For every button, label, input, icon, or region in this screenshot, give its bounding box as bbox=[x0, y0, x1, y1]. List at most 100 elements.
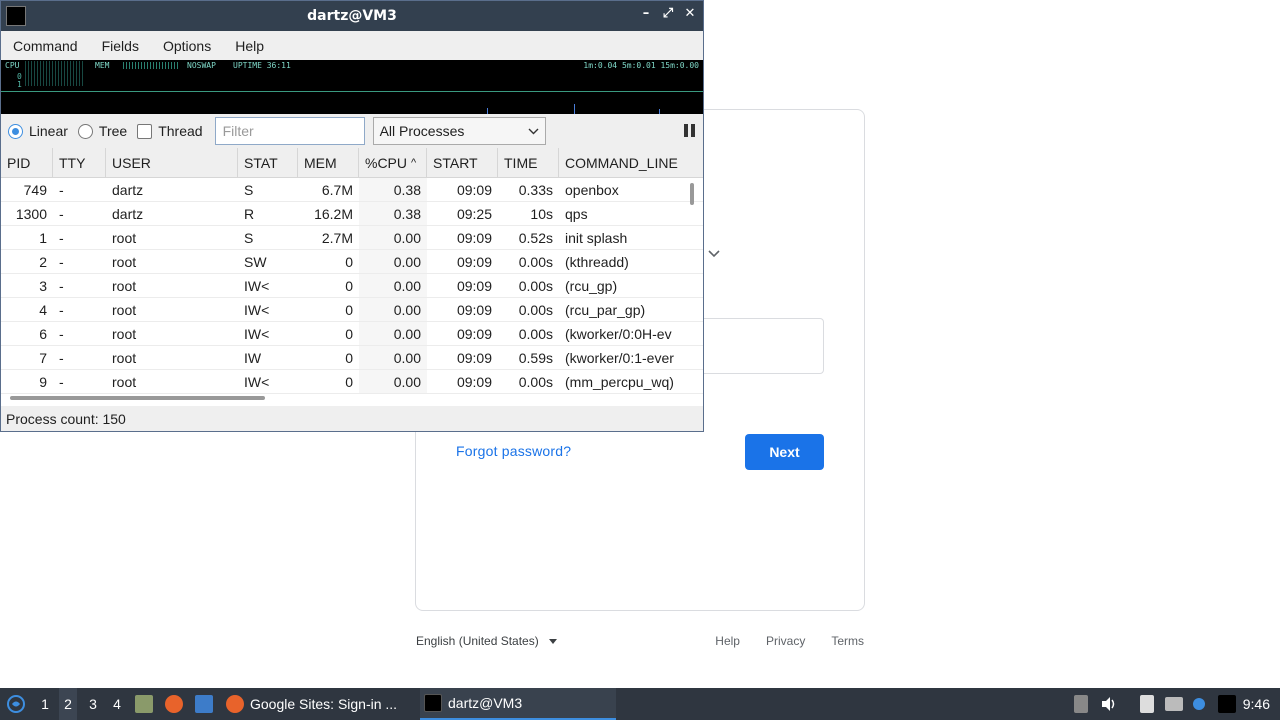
menu-help[interactable]: Help bbox=[235, 38, 264, 54]
col-stat[interactable]: STAT bbox=[238, 148, 298, 177]
table-row[interactable]: 3- root IW< 0 0.00 09:09 0.00s (rcu_gp) bbox=[1, 274, 703, 298]
thread-checkbox[interactable] bbox=[137, 123, 153, 139]
table-row[interactable]: 2- root SW 0 0.00 09:09 0.00s (kthreadd) bbox=[1, 250, 703, 274]
network-icon[interactable] bbox=[1163, 688, 1185, 720]
view-tree-option[interactable]: Tree bbox=[77, 123, 128, 139]
menu-options[interactable]: Options bbox=[163, 38, 211, 54]
cell-user: root bbox=[112, 349, 137, 366]
clock[interactable]: 9:46 bbox=[1243, 688, 1270, 720]
terminal-tray-icon[interactable] bbox=[1216, 688, 1238, 720]
table-row[interactable]: 9- root IW< 0 0.00 09:09 0.00s (mm_percpu_wq) bbox=[1, 370, 703, 394]
col-cpu[interactable]: %CPU ^ bbox=[359, 148, 427, 177]
cell-user: dartz bbox=[112, 181, 144, 198]
pause-icon[interactable] bbox=[684, 124, 695, 137]
desktop-3[interactable]: 3 bbox=[84, 688, 102, 720]
cell-mem: 0 bbox=[345, 253, 353, 270]
cell-cmd: init splash bbox=[565, 229, 628, 246]
cell-tty: - bbox=[59, 349, 64, 366]
desktop-1[interactable]: 1 bbox=[36, 688, 54, 720]
cell-pid: 3 bbox=[39, 277, 47, 294]
process-select-value: All Processes bbox=[379, 123, 465, 139]
table-row[interactable]: 749- dartz S 6.7M 0.38 09:09 0.33s openbox bbox=[1, 178, 703, 202]
task-firefox[interactable]: Google Sites: Sign-in ... bbox=[222, 688, 416, 720]
firefox-icon[interactable] bbox=[163, 688, 185, 720]
language-selector[interactable]: English (United States) bbox=[416, 634, 557, 648]
view-linear-option[interactable]: Linear bbox=[8, 123, 68, 139]
cell-cpu: 0.38 bbox=[359, 178, 427, 201]
linear-radio[interactable] bbox=[8, 123, 23, 139]
vertical-scrollbar[interactable] bbox=[690, 183, 694, 205]
chevron-down-icon[interactable] bbox=[700, 240, 728, 268]
footer-privacy-link[interactable]: Privacy bbox=[766, 634, 805, 648]
thread-label: Thread bbox=[158, 123, 203, 139]
desktop-4[interactable]: 4 bbox=[108, 688, 126, 720]
cell-start: 09:09 bbox=[456, 181, 492, 198]
cell-start: 09:09 bbox=[456, 301, 492, 318]
graph-mem-label: MEM bbox=[95, 61, 110, 70]
qps-window: dartz@VM3 – ⤢ ✕ Command Fields Options H… bbox=[0, 0, 704, 432]
process-table: PID TTY USER STAT MEM %CPU ^ START TIME … bbox=[1, 148, 703, 406]
cell-cpu: 0.00 bbox=[359, 346, 427, 369]
cell-pid: 9 bbox=[39, 373, 47, 390]
cell-stat: SW bbox=[244, 253, 267, 270]
horizontal-scrollbar[interactable] bbox=[10, 396, 265, 400]
cell-user: dartz bbox=[112, 205, 144, 222]
graph-one-label: 1 bbox=[17, 80, 22, 89]
chevron-down-icon bbox=[528, 128, 539, 134]
cell-tty: - bbox=[59, 181, 64, 198]
table-row[interactable]: 6- root IW< 0 0.00 09:09 0.00s (kworker/0:0H-ev bbox=[1, 322, 703, 346]
col-pid[interactable]: PID bbox=[1, 148, 53, 177]
task-qps[interactable]: dartz@VM3 bbox=[420, 688, 616, 720]
cell-cpu: 0.00 bbox=[359, 370, 427, 393]
cell-tty: - bbox=[59, 373, 64, 390]
file-manager-icon[interactable] bbox=[133, 688, 155, 720]
maximize-icon[interactable]: ⤢ bbox=[661, 6, 675, 21]
tree-radio[interactable] bbox=[77, 123, 93, 139]
language-label: English (United States) bbox=[416, 634, 539, 648]
cell-cpu: 0.00 bbox=[359, 298, 427, 321]
thread-option[interactable]: Thread bbox=[137, 123, 203, 139]
menu-command[interactable]: Command bbox=[13, 38, 78, 54]
table-row[interactable]: 1- root S 2.7M 0.00 09:09 0.52s init splash bbox=[1, 226, 703, 250]
start-menu-icon[interactable] bbox=[4, 688, 28, 720]
cell-tty: - bbox=[59, 253, 64, 270]
desktop-2[interactable]: 2 bbox=[59, 688, 77, 720]
col-start[interactable]: START bbox=[427, 148, 498, 177]
minimize-icon[interactable]: – bbox=[639, 6, 653, 21]
next-button[interactable]: Next bbox=[745, 434, 824, 470]
process-filter-select[interactable]: All Processes bbox=[372, 117, 546, 145]
table-row[interactable]: 1300- dartz R 16.2M 0.38 09:25 10s qps bbox=[1, 202, 703, 226]
cell-time: 10s bbox=[530, 205, 553, 222]
show-desktop-icon[interactable] bbox=[193, 688, 215, 720]
footer-help-link[interactable]: Help bbox=[715, 634, 740, 648]
volume-icon[interactable] bbox=[1098, 688, 1120, 720]
cell-tty: - bbox=[59, 205, 64, 222]
table-row[interactable]: 7- root IW 0 0.00 09:09 0.59s (kworker/0:1-ever bbox=[1, 346, 703, 370]
drive-icon[interactable] bbox=[1070, 688, 1092, 720]
cell-time: 0.00s bbox=[518, 325, 553, 342]
clipboard-icon[interactable] bbox=[1136, 688, 1158, 720]
col-user[interactable]: USER bbox=[106, 148, 238, 177]
cell-start: 09:09 bbox=[456, 253, 492, 270]
forgot-password-link[interactable]: Forgot password? bbox=[456, 443, 571, 459]
cell-mem: 0 bbox=[345, 301, 353, 318]
tree-label: Tree bbox=[98, 123, 128, 139]
cell-pid: 1300 bbox=[15, 205, 47, 222]
col-mem[interactable]: MEM bbox=[298, 148, 359, 177]
col-tty[interactable]: TTY bbox=[53, 148, 106, 177]
cell-stat: IW< bbox=[244, 325, 270, 342]
filter-input[interactable]: Filter bbox=[214, 117, 365, 145]
cell-cmd: (mm_percpu_wq) bbox=[565, 373, 674, 390]
cell-mem: 2.7M bbox=[321, 229, 353, 246]
menu-fields[interactable]: Fields bbox=[102, 38, 139, 54]
cell-cmd: qps bbox=[565, 205, 588, 222]
table-row[interactable]: 4- root IW< 0 0.00 09:09 0.00s (rcu_par_gp) bbox=[1, 298, 703, 322]
cell-stat: R bbox=[244, 205, 255, 222]
close-icon[interactable]: ✕ bbox=[683, 6, 697, 21]
cell-time: 0.00s bbox=[518, 253, 553, 270]
col-time[interactable]: TIME bbox=[498, 148, 559, 177]
footer-terms-link[interactable]: Terms bbox=[831, 634, 864, 648]
notification-icon[interactable] bbox=[1188, 688, 1210, 720]
window-titlebar[interactable]: dartz@VM3 – ⤢ ✕ bbox=[1, 1, 703, 31]
col-command-line[interactable]: COMMAND_LINE bbox=[559, 148, 687, 177]
